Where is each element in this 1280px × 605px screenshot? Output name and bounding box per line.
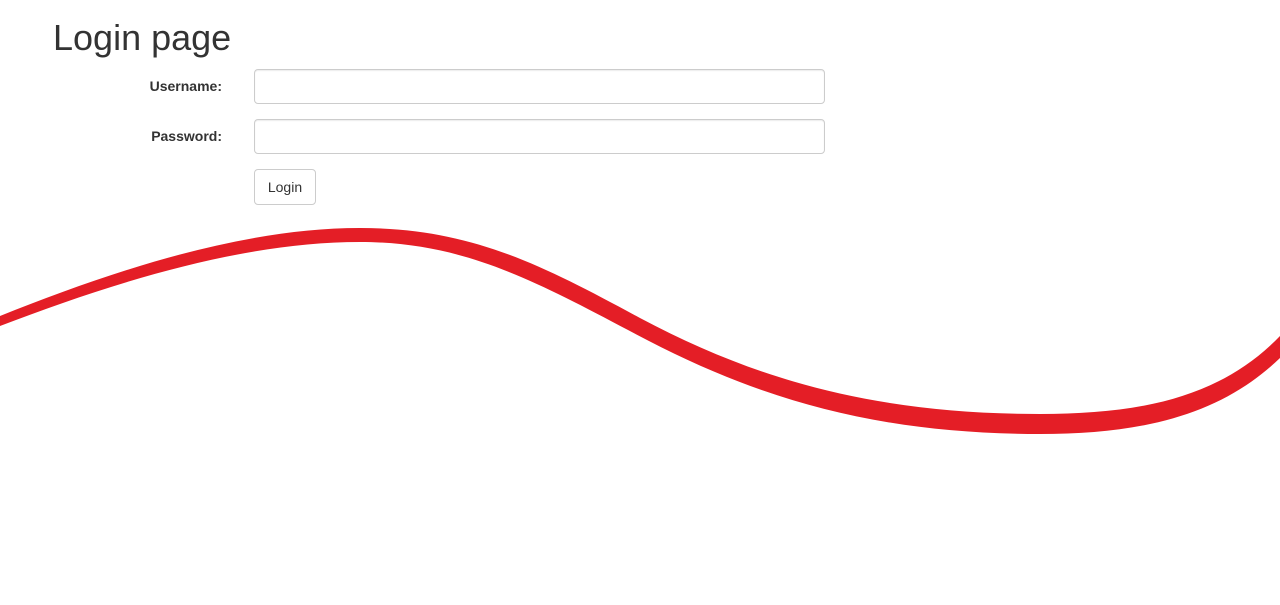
password-row: Password:: [0, 119, 900, 155]
password-input[interactable]: [254, 119, 825, 154]
login-button[interactable]: Login: [254, 169, 316, 205]
username-label: Username:: [149, 78, 222, 94]
page-title: Login page: [53, 17, 232, 58]
username-row: Username:: [0, 69, 900, 105]
username-input[interactable]: [254, 69, 825, 104]
swoosh-ribbon: [0, 228, 1280, 434]
password-label: Password:: [151, 128, 222, 144]
